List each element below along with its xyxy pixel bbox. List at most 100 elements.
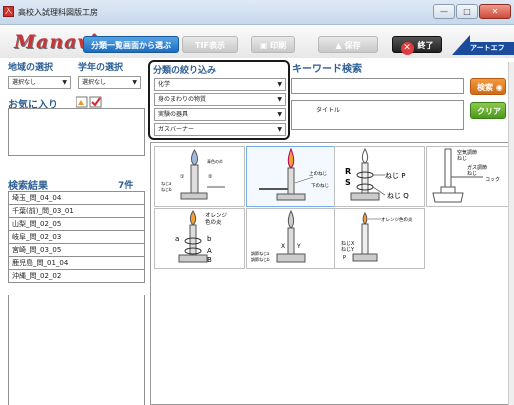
brand-label: アートエフ [466,42,514,55]
thumbnail-1[interactable]: 青色の炎 ① ② ねじa ねじb [154,146,245,207]
svg-text:オレンジ色の炎: オレンジ色の炎 [381,216,413,223]
category-filter-panel: 分類の絞り込み 化学 ▼ 身のまわりの物質 ▼ 実験の器具 ▼ ガスバーナー ▼ [148,60,290,140]
chevron-down-icon: ▼ [132,79,137,86]
window-title: 高校入試理科図版工房 [18,8,98,17]
thumbnail-5[interactable]: オレンジ 色の炎 a b A B [154,208,245,269]
burner-diagram-6: X Y 調節ねじa 調節ねじb [251,209,306,263]
chevron-down-icon: ▼ [277,81,282,88]
burner-diagram-1: 青色の炎 ① ② ねじa ねじb [161,149,225,200]
results-empty-area [8,295,145,405]
list-item[interactable]: 埼玉_問_04_04 [8,192,145,205]
minimize-button[interactable]: — [433,4,455,19]
svg-text:R: R [345,167,351,176]
favorites-icons [76,96,102,108]
burner-diagram-3: R S ねじ P ねじ Q [345,147,409,201]
thumbnail-7[interactable]: オレンジ色の炎 ねじX ねじY P [334,208,425,269]
thumbnail-3[interactable]: R S ねじ P ねじ Q [334,146,425,207]
category-select-2[interactable]: 身のまわりの物質 ▼ [154,93,286,106]
thumbnail-2[interactable]: 上のねじ 下のねじ [246,146,337,207]
svg-text:b: b [207,235,212,243]
results-list: 埼玉_問_04_04 千葉(前)_問_03_01 山梨_問_02_05 岐阜_問… [8,191,145,283]
chevron-down-icon: ▼ [277,126,282,133]
svg-text:オレンジ: オレンジ [205,212,228,219]
chevron-down-icon: ▼ [277,111,282,118]
svg-text:ねじ: ねじ [457,156,467,162]
tif-view-button[interactable]: TIF表示 [182,36,238,53]
list-item[interactable]: 岐阜_問_02_03 [8,231,145,244]
print-label: 印刷 [270,41,287,50]
results-header: 検索結果 7件 [8,176,145,192]
svg-text:調節ねじb: 調節ねじb [251,256,270,262]
svg-text:a: a [175,235,179,243]
exit-icon: ✕ [400,42,414,55]
category-list-button[interactable]: 分類一覧画面から選ぶ [83,36,179,53]
svg-text:①: ① [180,174,185,180]
tif-label: TIF表示 [195,41,225,50]
right-scrollbar[interactable] [508,62,514,405]
thumbnail-4[interactable]: 空気調節 ねじ ガス調節 ねじ コック [426,146,510,207]
category-select-1[interactable]: 化学 ▼ [154,78,286,91]
favorites-list[interactable] [8,108,145,156]
results-count: 7件 [118,181,134,191]
print-icon: ▣ [259,41,271,50]
region-select[interactable]: 選択なし ▼ [8,76,71,89]
svg-text:B: B [207,256,212,264]
keyword-input[interactable] [291,78,464,94]
maximize-button[interactable]: □ [456,4,478,19]
chevron-down-icon: ▼ [62,79,67,86]
svg-text:色の炎: 色の炎 [205,218,222,226]
svg-text:下のねじ: 下のねじ [311,183,329,189]
svg-text:P: P [343,255,346,261]
exit-label: 終了 [417,41,434,50]
title-field[interactable]: タイトル [291,100,464,130]
list-item[interactable]: 山梨_問_02_05 [8,218,145,231]
grade-label: 学年の選択 [78,63,124,73]
burner-diagram-7: オレンジ色の炎 ねじX ねじY P [341,212,413,262]
brand-logo: アートエフ [452,35,514,55]
app-icon: 入 [3,6,14,17]
svg-text:ねじY: ねじY [341,247,355,253]
svg-text:X: X [281,243,285,250]
svg-text:S: S [345,178,351,187]
svg-text:ねじa: ねじa [161,180,172,186]
category-select-4[interactable]: ガスバーナー ▼ [154,123,286,136]
search-button[interactable]: 検索 ◉ [470,78,506,95]
close-button[interactable]: ✕ [479,4,511,19]
grade-select[interactable]: 選択なし ▼ [78,76,141,89]
svg-text:青色の炎: 青色の炎 [207,158,223,164]
exit-button[interactable]: ✕ 終了 [392,36,442,55]
svg-text:ねじb: ねじb [161,186,172,192]
results-label: 検索結果 [8,181,48,192]
burner-diagram-4: 空気調節 ねじ ガス調節 ねじ コック [432,148,500,203]
svg-text:ガス調節: ガス調節 [467,164,487,171]
toolbar: Manavi 分類一覧画面から選ぶ TIF表示 ▣ 印刷 ▲ 保存 ✕ 終了 アー… [0,25,514,58]
clear-button[interactable]: クリア ◆ [470,102,506,119]
save-label: 保存 [344,41,361,50]
svg-text:空気調節: 空気調節 [457,149,477,156]
svg-text:ねじ Q: ねじ Q [387,192,409,200]
thumbnail-6[interactable]: X Y 調節ねじa 調節ねじb [246,208,337,269]
thumbnail-grid: 青色の炎 ① ② ねじa ねじb 上のねじ 下のねじ R S ねじ P ねじ Q… [150,142,514,405]
print-button[interactable]: ▣ 印刷 [251,36,295,53]
keyword-label: キーワード検索 [292,64,362,75]
burner-diagram-5: オレンジ 色の炎 a b A B [175,210,228,264]
svg-text:コック: コック [485,177,500,183]
svg-text:②: ② [208,174,213,180]
title-bar: 入 高校入試理科図版工房 — □ ✕ [0,0,514,25]
list-item[interactable]: 千葉(前)_問_03_01 [8,205,145,218]
list-item[interactable]: 沖縄_問_02_02 [8,270,145,283]
chevron-down-icon: ▼ [277,96,282,103]
category-select-3[interactable]: 実験の器具 ▼ [154,108,286,121]
search-icon: ◉ [495,83,503,92]
list-item[interactable]: 鹿児島_問_01_04 [8,257,145,270]
burner-diagram-2: 上のねじ 下のねじ [259,147,329,201]
category-label: 分類の絞り込み [153,66,217,76]
svg-text:A: A [207,247,212,255]
svg-text:調節ねじa: 調節ねじa [251,250,270,256]
svg-text:Y: Y [296,243,301,250]
svg-text:ねじ: ねじ [467,171,477,177]
region-label: 地域の選択 [8,63,54,73]
list-item[interactable]: 宮崎_問_03_05 [8,244,145,257]
svg-text:上のねじ: 上のねじ [309,170,327,177]
save-button[interactable]: ▲ 保存 [318,36,378,53]
